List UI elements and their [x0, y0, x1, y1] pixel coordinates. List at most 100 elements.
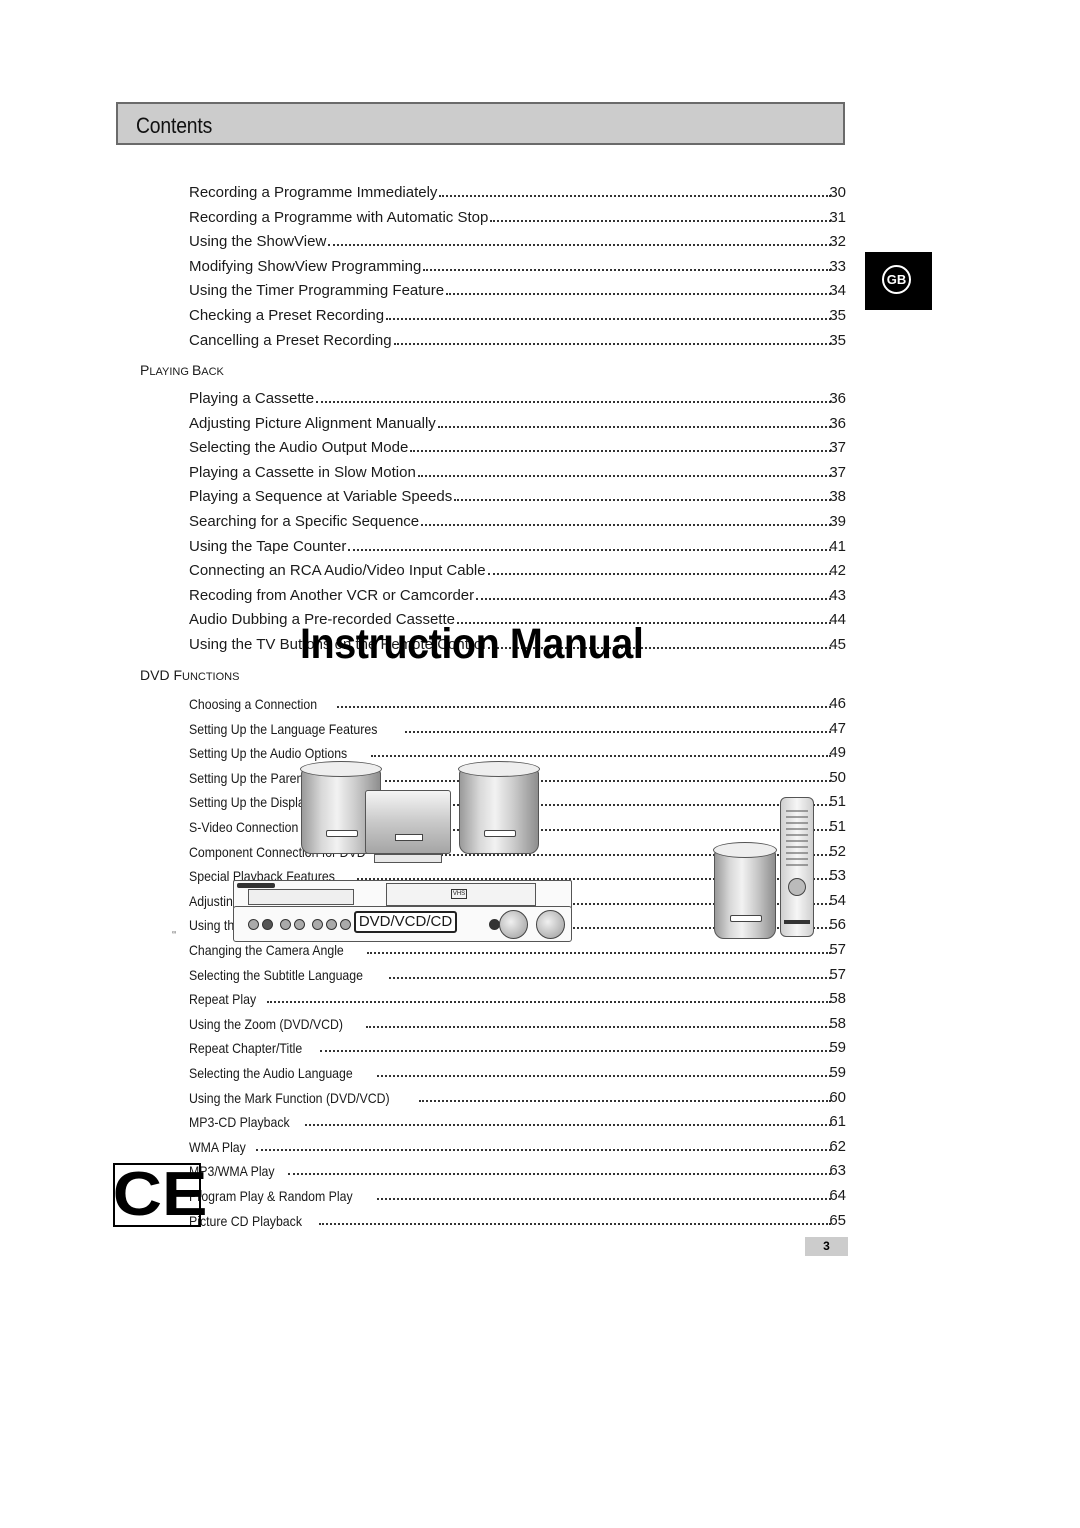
panel-display: DVD/VCD/CD — [354, 911, 457, 933]
toc-entry[interactable]: Cancelling a Preset Recording 35 — [189, 329, 849, 349]
toc-entry[interactable]: Playing a Cassette in Slow Motion 37 — [189, 461, 849, 481]
toc-entry[interactable]: Using the Mark Function (DVD/VCD) 60 — [189, 1086, 849, 1106]
toc-entry[interactable]: Picture CD Playback 65 — [189, 1209, 849, 1229]
contents-header: Contents — [116, 102, 845, 145]
dot-leader — [305, 1124, 831, 1127]
section-header-part: UNCTIONS — [182, 671, 240, 683]
toc-entry[interactable]: Repeat Play 58 — [189, 987, 849, 1007]
toc-entry-page: 51 — [829, 793, 846, 811]
toc-entry-title: Choosing a Connection — [189, 696, 318, 712]
dot-leader — [376, 1198, 831, 1200]
toc-entry-title: Changing the Camera Angle — [189, 942, 344, 958]
toc-entry[interactable]: Setting Up the Audio Options 49 — [189, 741, 849, 761]
speaker-rear-image — [713, 842, 777, 939]
dot-leader — [391, 829, 831, 831]
toc-entry[interactable]: Using the Zoom (DVD/VCD) 58 — [189, 1012, 849, 1032]
toc-entry-title: Setting Up the Language Features — [189, 720, 378, 737]
speaker-right-image — [458, 761, 540, 854]
toc-entry[interactable]: MP3-CD Playback 61 — [189, 1110, 849, 1130]
dot-leader — [487, 573, 831, 576]
panel-button — [326, 919, 337, 930]
toc-entry[interactable]: Selecting the Subtitle Language 57 — [189, 963, 849, 983]
toc-entry-page: 36 — [829, 414, 846, 432]
toc-entry[interactable]: Recoding from Another VCR or Camcorder 43 — [189, 584, 849, 604]
toc-entry-page: 59 — [829, 1039, 846, 1057]
toc-entry-title: Repeat Play — [189, 991, 257, 1008]
toc-entry[interactable]: Using the Tape Counter 41 — [189, 535, 849, 555]
toc-entry[interactable]: Choosing a Connection 46 — [189, 692, 849, 712]
dot-leader — [319, 1050, 831, 1053]
toc-entry-page: 59 — [829, 1064, 846, 1081]
disc-tray — [248, 889, 354, 905]
dot-leader — [366, 952, 831, 954]
panel-button — [280, 919, 291, 930]
section-header-part: P — [140, 362, 150, 378]
brand-logo — [484, 830, 516, 837]
toc-entry-title: Using the Mark Function (DVD/VCD) — [189, 1089, 390, 1106]
toc-entry-page: 42 — [829, 562, 846, 580]
section-header-part: DVD F — [140, 667, 182, 683]
toc-entry[interactable]: Recording a Programme Immediately 30 — [189, 181, 849, 201]
toc-entry-page: 60 — [829, 1088, 846, 1106]
monitor-stand — [374, 854, 442, 863]
toc-entry[interactable]: Program Play & Random Play 64 — [189, 1184, 849, 1204]
toc-entry-page: 30 — [829, 184, 846, 201]
language-badge: GB — [882, 265, 911, 294]
toc-entry-page: 54 — [829, 891, 846, 909]
toc-entry[interactable]: Recording a Programme with Automatic Sto… — [189, 206, 849, 226]
toc-entry-page: 34 — [829, 282, 846, 300]
toc-entry[interactable]: Selecting the Audio Output Mode 37 — [189, 436, 849, 456]
volume-knob — [499, 910, 528, 939]
toc-entry-title: Using the Tape Counter — [189, 537, 347, 555]
toc-entry-title: Selecting the Audio Language — [189, 1065, 353, 1081]
toc-entry-title: Setting Up the Audio Options — [189, 745, 348, 762]
toc-entry-page: 64 — [829, 1187, 846, 1204]
toc-entry-title: Connecting an RCA Audio/Video Input Cabl… — [189, 562, 486, 580]
toc-entry-page: 65 — [829, 1211, 846, 1229]
section-header-part: LAYING — [149, 366, 192, 378]
dot-leader — [319, 1222, 831, 1225]
toc-entry[interactable]: Using the ShowView 32 — [189, 230, 849, 250]
dot-leader — [384, 779, 831, 782]
toc-entry-page: 36 — [829, 390, 846, 407]
toc-entry-page: 56 — [829, 916, 846, 934]
panel-button — [262, 919, 273, 930]
dot-leader — [370, 755, 831, 758]
dvd-vcr-front-panel: DVD/VCD/CD — [233, 906, 572, 942]
ce-mark-text: CE — [112, 1160, 208, 1229]
dot-leader — [267, 1001, 831, 1004]
brand-logo — [326, 830, 358, 837]
toc-entry[interactable]: Repeat Chapter/Title 59 — [189, 1036, 849, 1056]
toc-entry[interactable]: MP3/WMA Play 63 — [189, 1159, 849, 1179]
toc-entry-page: 53 — [829, 867, 846, 885]
toc-entry[interactable]: Checking a Preset Recording 35 — [189, 304, 849, 324]
toc-entry[interactable]: Using the Timer Programming Feature 34 — [189, 279, 849, 299]
toc-entry[interactable]: Selecting the Audio Language 59 — [189, 1061, 849, 1081]
toc-entry-title: Playing a Cassette in Slow Motion — [189, 463, 416, 481]
dot-leader — [476, 597, 831, 600]
toc-entry[interactable]: Modifying ShowView Programming 33 — [189, 255, 849, 275]
dot-leader — [405, 730, 831, 733]
dvd-vcr-top-panel: VHS — [233, 880, 572, 909]
remote-keypad — [786, 810, 808, 870]
toc-entry[interactable]: Adjusting Picture Alignment Manually 36 — [189, 412, 849, 432]
toc-entry[interactable]: Connecting an RCA Audio/Video Input Cabl… — [189, 559, 849, 579]
toc-entry-title: Repeat Chapter/Title — [189, 1040, 303, 1057]
toc-entry[interactable]: WMA Play 62 — [189, 1135, 849, 1155]
panel-button — [248, 919, 259, 930]
dot-leader — [316, 401, 831, 403]
toc-entry-page: 39 — [829, 513, 846, 530]
toc-entry[interactable]: Playing a Cassette 36 — [189, 387, 849, 407]
toc-entry-title: Selecting the Audio Output Mode — [189, 439, 409, 457]
toc-entry-title: Selecting the Subtitle Language — [189, 966, 363, 983]
toc-entry-page: 58 — [829, 1014, 846, 1032]
toc-entry[interactable]: Searching for a Specific Sequence 39 — [189, 510, 849, 530]
toc-entry-page: 47 — [829, 719, 846, 737]
toc-entry[interactable]: Playing a Sequence at Variable Speeds 38 — [189, 485, 849, 505]
toc-entry-title: Cancelling a Preset Recording — [189, 331, 392, 349]
toc-entry-page: 57 — [829, 941, 846, 958]
toc-entry-title: WMA Play — [189, 1138, 246, 1155]
dot-leader — [423, 268, 831, 271]
toc-entry[interactable]: Setting Up the Language Features 47 — [189, 717, 849, 737]
remote-dpad — [788, 878, 806, 896]
